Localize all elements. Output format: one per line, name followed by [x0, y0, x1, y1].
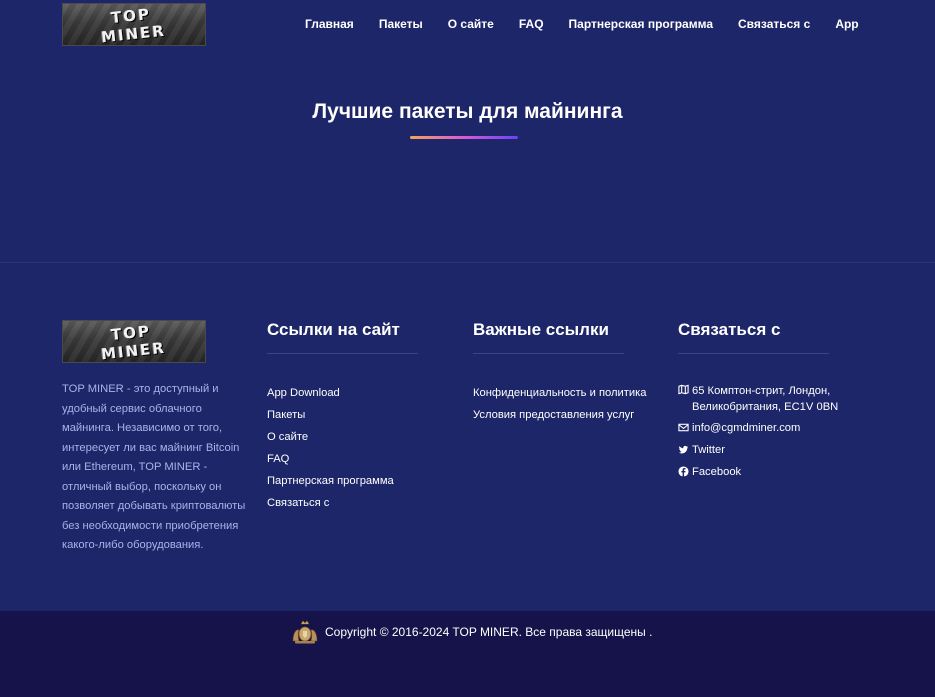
footer-link-terms[interactable]: Условия предоставления услуг	[473, 408, 647, 430]
site-header: TOP MINER Главная Пакеты О сайте FAQ Пар…	[0, 0, 935, 50]
footer-link-app-download[interactable]: App Download	[267, 386, 394, 408]
contact-email[interactable]: info@cgmdminer.com	[678, 421, 848, 443]
footer-link-privacy[interactable]: Конфиденциальность и политика	[473, 386, 647, 408]
twitter-icon	[678, 444, 689, 455]
section-divider	[0, 262, 935, 263]
map-icon	[678, 384, 689, 395]
contact-heading: Связаться с	[678, 320, 781, 339]
important-links-list: Конфиденциальность и политика Условия пр…	[473, 386, 647, 430]
site-links-list: App Download Пакеты О сайте FAQ Партнерс…	[267, 386, 394, 518]
copyright-bar: Copyright © 2016-2024 TOP MINER. Все пра…	[0, 611, 935, 697]
facebook-icon	[678, 466, 689, 477]
nav-link-contact[interactable]: Связаться с	[738, 17, 810, 31]
contact-email-text[interactable]: info@cgmdminer.com	[692, 421, 800, 435]
contact-twitter-text[interactable]: Twitter	[692, 443, 725, 457]
important-links-rule	[473, 353, 624, 354]
footer-logo-text-miner: MINER	[100, 338, 167, 363]
royal-crest-icon	[292, 620, 318, 644]
footer-link-faq[interactable]: FAQ	[267, 452, 394, 474]
nav-link-faq[interactable]: FAQ	[519, 17, 544, 31]
logo-text-miner: MINER	[100, 21, 167, 46]
site-logo[interactable]: TOP MINER	[62, 3, 206, 46]
site-links-heading: Ссылки на сайт	[267, 320, 400, 339]
nav-link-packages[interactable]: Пакеты	[379, 17, 423, 31]
contact-list: 65 Комптон-стрит, Лондон, Великобритания…	[678, 383, 848, 487]
main-nav: Главная Пакеты О сайте FAQ Партнерская п…	[305, 17, 859, 31]
contact-address-text: 65 Комптон-стрит, Лондон, Великобритания…	[692, 385, 839, 413]
about-text: TOP MINER - это доступный и удобный серв…	[62, 383, 246, 551]
copyright-text: Copyright © 2016-2024 TOP MINER. Все пра…	[325, 625, 653, 639]
important-links-heading: Важные ссылки	[473, 320, 609, 339]
footer-link-contact[interactable]: Связаться с	[267, 496, 394, 518]
nav-link-affiliate[interactable]: Партнерская программа	[569, 17, 713, 31]
footer-logo[interactable]: TOP MINER	[62, 320, 206, 363]
footer-link-packages[interactable]: Пакеты	[267, 408, 394, 430]
contact-rule	[678, 353, 829, 354]
nav-link-app[interactable]: App	[835, 17, 858, 31]
contact-facebook-text[interactable]: Facebook	[692, 465, 741, 479]
site-links-rule	[267, 353, 418, 354]
contact-twitter[interactable]: Twitter	[678, 443, 848, 465]
envelope-icon	[678, 422, 689, 433]
footer-link-affiliate[interactable]: Партнерская программа	[267, 474, 394, 496]
copyright-row: Copyright © 2016-2024 TOP MINER. Все пра…	[290, 619, 652, 645]
footer-link-about[interactable]: О сайте	[267, 430, 394, 452]
contact-address: 65 Комптон-стрит, Лондон, Великобритания…	[678, 383, 848, 421]
contact-facebook[interactable]: Facebook	[678, 465, 848, 487]
nav-link-home[interactable]: Главная	[305, 17, 354, 31]
page-title: Лучшие пакеты для майнинга	[312, 100, 623, 123]
nav-link-about[interactable]: О сайте	[448, 17, 494, 31]
title-underline	[410, 136, 518, 139]
